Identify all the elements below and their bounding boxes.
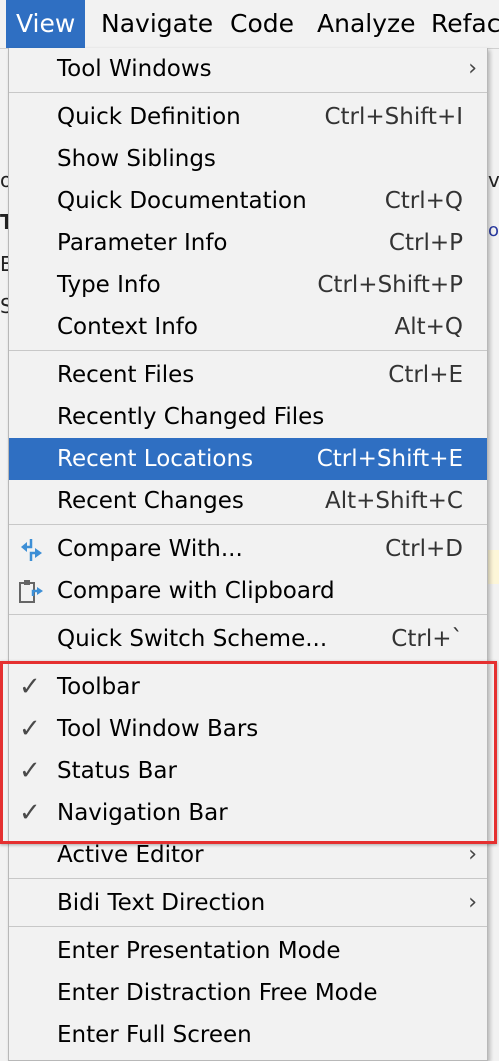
menu-item-enter-presentation-mode[interactable]: Enter Presentation Mode (9, 930, 487, 972)
menu-item-shortcut: Ctrl+E (388, 362, 463, 388)
menu-item-compare-with[interactable]: Compare With... Ctrl+D (9, 528, 487, 570)
menu-item-quick-switch-scheme[interactable]: Quick Switch Scheme... Ctrl+` (9, 618, 487, 660)
menu-separator (9, 350, 487, 351)
menu-view[interactable]: View (6, 0, 86, 48)
menu-item-shortcut: Ctrl+Shift+P (317, 272, 463, 298)
menu-item-shortcut: Ctrl+D (385, 536, 463, 562)
menu-item-label: Tool Windows (57, 56, 212, 82)
main-menubar: View Navigate Code Analyze Refact (0, 0, 499, 49)
menu-item-shortcut: Alt+Q (394, 314, 463, 340)
menu-item-show-siblings[interactable]: Show Siblings (9, 138, 487, 180)
menu-item-shortcut: Ctrl+Q (384, 188, 463, 214)
menu-separator (9, 92, 487, 93)
menu-item-label: Show Siblings (57, 146, 216, 172)
menu-item-label: Recently Changed Files (57, 404, 325, 430)
menu-item-type-info[interactable]: Type Info Ctrl+Shift+P (9, 264, 487, 306)
menu-item-label: Quick Definition (57, 104, 241, 130)
menu-item-label: Recent Files (57, 362, 195, 388)
highlight-annotation-box (0, 661, 497, 844)
menu-item-label: Recent Locations (57, 446, 254, 472)
view-dropdown-menu: Tool Windows › Quick Definition Ctrl+Shi… (8, 48, 488, 1061)
menu-analyze[interactable]: Analyze (307, 0, 426, 48)
menu-item-context-info[interactable]: Context Info Alt+Q (9, 306, 487, 348)
menu-separator (9, 926, 487, 927)
menu-item-compare-with-clipboard[interactable]: Compare with Clipboard (9, 570, 487, 612)
menu-item-enter-distraction-free-mode[interactable]: Enter Distraction Free Mode (9, 972, 487, 1014)
menu-item-label: Type Info (57, 272, 161, 298)
menu-item-label: Context Info (57, 314, 198, 340)
menu-item-label: Enter Full Screen (57, 1022, 252, 1048)
compare-clipboard-icon (17, 578, 45, 606)
menu-separator (9, 524, 487, 525)
menu-item-shortcut: Ctrl+` (391, 626, 463, 652)
bg-fragment: ou (488, 220, 499, 241)
menu-item-label: Recent Changes (57, 488, 244, 514)
menu-item-parameter-info[interactable]: Parameter Info Ctrl+P (9, 222, 487, 264)
menu-item-quick-definition[interactable]: Quick Definition Ctrl+Shift+I (9, 96, 487, 138)
menu-item-quick-documentation[interactable]: Quick Documentation Ctrl+Q (9, 180, 487, 222)
bg-fragment: v (488, 168, 499, 192)
menu-item-shortcut: Ctrl+Shift+I (324, 104, 463, 130)
menu-item-label: Bidi Text Direction (57, 890, 266, 916)
menu-item-label: Compare With... (57, 536, 243, 562)
menu-item-recent-locations[interactable]: Recent Locations Ctrl+Shift+E (9, 438, 487, 480)
compare-icon (17, 536, 45, 564)
menu-code[interactable]: Code (220, 0, 304, 48)
menu-item-label: Parameter Info (57, 230, 228, 256)
menu-item-recent-files[interactable]: Recent Files Ctrl+E (9, 354, 487, 396)
bg-highlight-stripe (487, 550, 499, 584)
menu-separator (9, 878, 487, 879)
menu-item-label: Quick Switch Scheme... (57, 626, 328, 652)
menu-item-label: Compare with Clipboard (57, 578, 335, 604)
chevron-right-icon: › (468, 56, 477, 81)
menu-item-label: Enter Presentation Mode (57, 938, 341, 964)
menu-item-shortcut: Ctrl+P (388, 230, 463, 256)
menu-item-enter-full-screen[interactable]: Enter Full Screen (9, 1014, 487, 1056)
menu-item-shortcut: Ctrl+Shift+E (316, 446, 463, 472)
menu-refactor[interactable]: Refact (421, 0, 499, 48)
chevron-right-icon: › (468, 890, 477, 915)
menu-item-recently-changed-files[interactable]: Recently Changed Files (9, 396, 487, 438)
menu-item-recent-changes[interactable]: Recent Changes Alt+Shift+C (9, 480, 487, 522)
menu-item-shortcut: Alt+Shift+C (324, 488, 463, 514)
menu-navigate[interactable]: Navigate (91, 0, 223, 48)
menu-item-tool-windows[interactable]: Tool Windows › (9, 48, 487, 90)
menu-item-bidi-text-direction[interactable]: Bidi Text Direction › (9, 882, 487, 924)
menu-item-label: Enter Distraction Free Mode (57, 980, 378, 1006)
menu-item-label: Quick Documentation (57, 188, 307, 214)
menu-separator (9, 614, 487, 615)
